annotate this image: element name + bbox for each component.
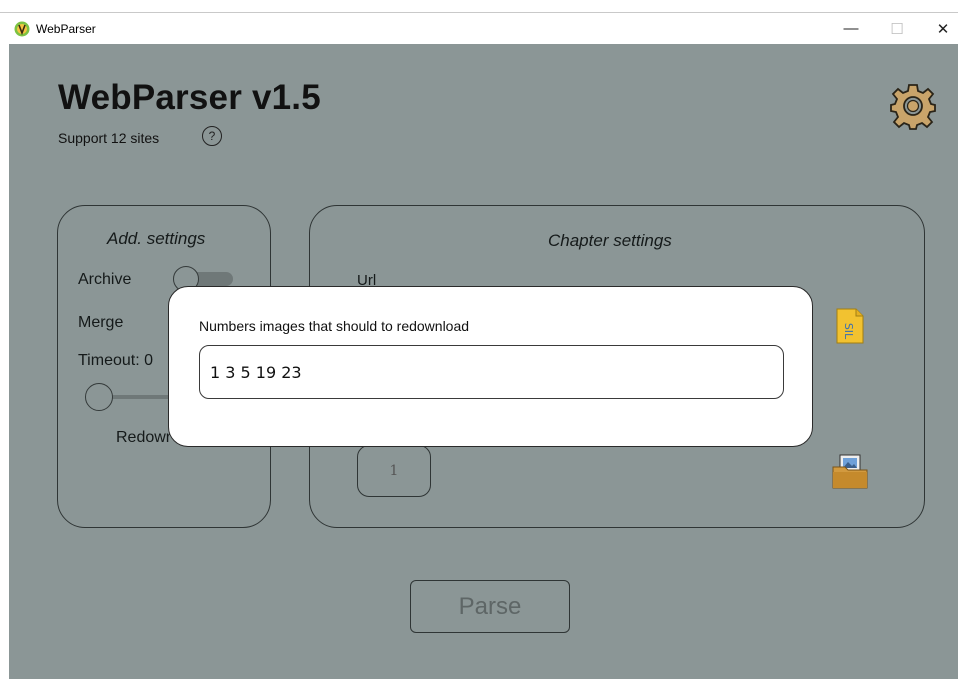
minimize-button[interactable]: — — [828, 13, 874, 44]
image-folder-icon[interactable] — [831, 452, 869, 490]
parser-app-icon — [14, 21, 30, 37]
app-subtitle: Support 12 sites — [58, 130, 160, 146]
merge-label: Merge — [78, 314, 124, 331]
gear-icon[interactable] — [889, 82, 937, 130]
add-settings-heading: Add. settings — [107, 229, 206, 248]
redownload-label[interactable]: Redowr — [116, 429, 171, 447]
close-button[interactable]: ✕ — [920, 13, 958, 44]
timeout-label: Timeout: 0 — [78, 352, 153, 369]
parse-button[interactable]: Parse — [410, 580, 570, 633]
app-client-area: WebParser v1.5 Support 12 sites ? Add. s… — [9, 44, 958, 679]
title-bar: WebParser — ☐ ✕ — [0, 12, 958, 45]
question-circle-icon[interactable]: ? — [202, 126, 222, 146]
app-title: WebParser v1.5 — [58, 78, 321, 117]
redownload-dialog-label: Numbers images that should to redownload — [199, 318, 470, 334]
archive-label: Archive — [78, 271, 132, 288]
chapter-settings-heading: Chapter settings — [548, 231, 672, 250]
timeout-slider-knob[interactable] — [85, 383, 113, 411]
redownload-numbers-input[interactable] — [199, 345, 784, 399]
maximize-button[interactable]: ☐ — [874, 13, 920, 44]
svg-text:SIL: SIL — [842, 323, 855, 340]
file-icon[interactable]: SIL — [835, 307, 865, 345]
window-title: WebParser — [36, 22, 96, 36]
redownload-dialog: Numbers images that should to redownload — [168, 286, 813, 447]
page-number-field[interactable]: 1 — [357, 445, 431, 497]
